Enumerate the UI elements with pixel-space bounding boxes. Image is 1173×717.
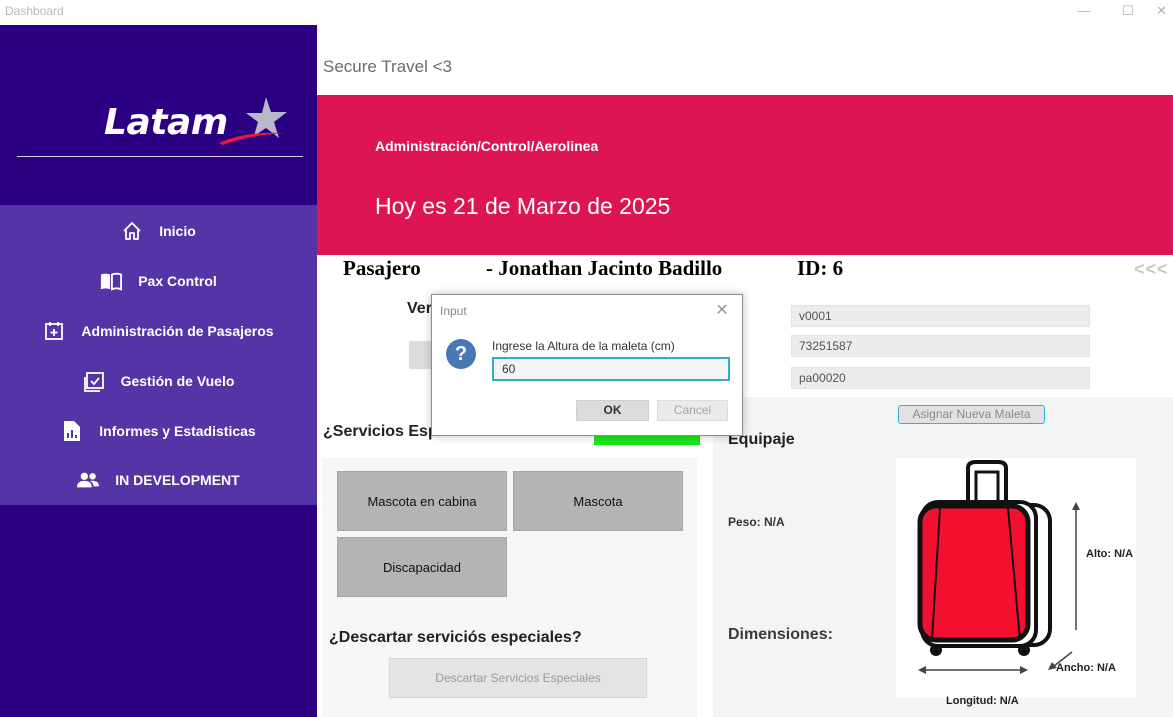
sidebar-item-label: Pax Control	[138, 273, 217, 289]
discard-services-button[interactable]: Descartar Servicios Especiales	[389, 658, 647, 698]
service-tile-discapacidad[interactable]: Discapacidad	[337, 537, 507, 597]
date-text: Hoy es 21 de Marzo de 2025	[375, 193, 671, 219]
length-label: Longitud: N/A	[946, 695, 1019, 707]
sidebar-item-label: Informes y Estadisticas	[99, 423, 256, 439]
calendar-plus-icon	[43, 320, 65, 342]
document-number-field[interactable]: 73251587	[791, 335, 1090, 357]
cancel-button[interactable]: Cancel	[657, 400, 728, 421]
service-tile-mascota-cabina[interactable]: Mascota en cabina	[337, 471, 507, 531]
calendar-check-icon	[83, 370, 105, 392]
collapse-panel-button[interactable]: <<<	[1134, 259, 1169, 280]
sidebar-item-label: Inicio	[159, 223, 196, 239]
sidebar-item-pax-control[interactable]: Pax Control	[0, 261, 317, 301]
weight-label: Peso: N/A	[728, 515, 785, 529]
sidebar-item-label: Gestión de Vuelo	[120, 373, 235, 389]
passenger-id: ID: 6	[797, 256, 844, 280]
service-tile-mascota[interactable]: Mascota	[513, 471, 683, 531]
app-subtitle: Secure Travel <3	[323, 57, 452, 76]
dialog-title: Input	[440, 304, 467, 318]
ok-button[interactable]: OK	[576, 400, 649, 421]
close-icon[interactable]: ✕	[712, 300, 732, 320]
sidebar-item-label: Administración de Pasajeros	[81, 323, 274, 339]
assign-luggage-button[interactable]: Asignar Nueva Maleta	[898, 405, 1045, 424]
close-window-button[interactable]: ✕	[1150, 0, 1173, 25]
window-title: Dashboard	[5, 4, 64, 18]
dimensions-label: Dimensiones:	[728, 626, 833, 643]
sidebar-item-gestion-vuelo[interactable]: Gestión de Vuelo	[0, 361, 317, 401]
height-label: Alto: N/A	[1086, 548, 1134, 560]
sidebar-item-inicio[interactable]: Inicio	[0, 211, 317, 251]
discard-services-title: ¿Descartar serviciós especiales?	[329, 629, 582, 646]
home-icon	[121, 220, 143, 242]
logo-divider	[17, 156, 303, 157]
sidebar-nav: Inicio Pax Control Administración de Pas…	[0, 205, 317, 505]
breadcrumb: Administración/Control/Aerolinea	[375, 138, 599, 154]
sidebar-item-in-development[interactable]: IN DEVELOPMENT	[0, 460, 317, 500]
sidebar-item-administracion-pasajeros[interactable]: Administración de Pasajeros	[0, 311, 317, 351]
luggage-height-input[interactable]	[492, 357, 730, 381]
sidebar-item-label: IN DEVELOPMENT	[115, 472, 240, 488]
minimize-button[interactable]: —	[1061, 0, 1107, 25]
latam-logo-text: Latam	[104, 102, 228, 143]
header-banner	[317, 95, 1173, 255]
latam-star-logo-icon	[219, 97, 287, 145]
book-icon	[100, 270, 123, 292]
report-icon	[61, 420, 83, 442]
sidebar-item-informes[interactable]: Informes y Estadisticas	[0, 411, 317, 451]
users-icon	[77, 469, 100, 491]
dialog-prompt: Ingrese la Altura de la maleta (cm)	[492, 339, 675, 353]
passenger-label: Pasajero	[343, 256, 421, 280]
verification-label: Ver	[407, 300, 432, 317]
maximize-button[interactable]: ☐	[1105, 0, 1151, 25]
passenger-code-field[interactable]: pa00020	[791, 367, 1090, 389]
flight-code-field[interactable]: v0001	[791, 305, 1090, 327]
input-dialog: Input ✕ ? Ingrese la Altura de la maleta…	[431, 294, 743, 436]
window-titlebar: Dashboard — ☐ ✕	[0, 0, 1173, 25]
passenger-name: - Jonathan Jacinto Badillo	[486, 256, 723, 280]
question-icon: ?	[446, 339, 476, 369]
width-label: Ancho: N/A	[1056, 662, 1116, 674]
